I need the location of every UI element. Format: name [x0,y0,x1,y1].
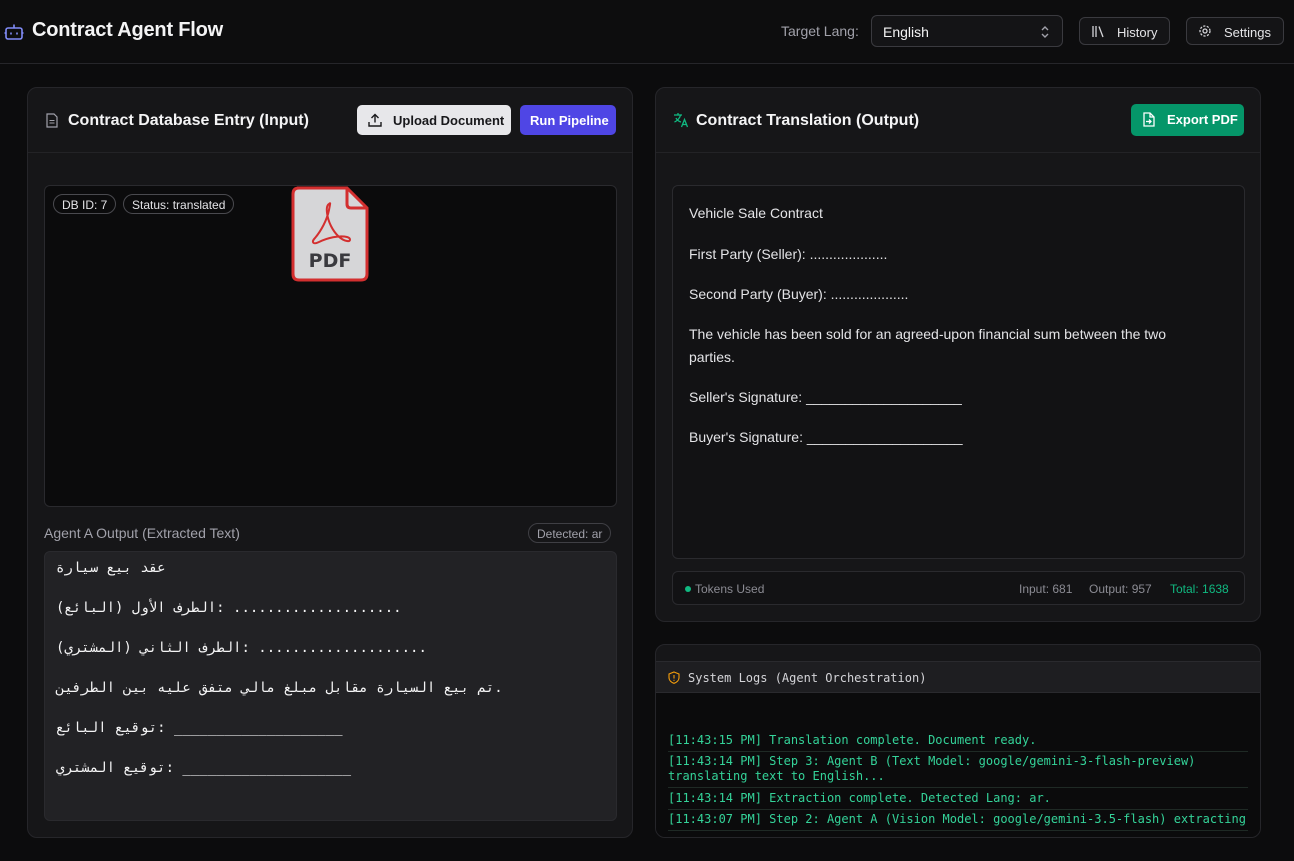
translated-line: Vehicle Sale Contract [689,205,823,221]
translation-output-area[interactable]: Vehicle Sale Contract First Party (Selle… [672,185,1245,559]
log-entry: [11:43:14 PM] Extraction complete. Detec… [668,791,1248,810]
file-text-icon [46,113,58,128]
output-panel-divider [656,152,1260,153]
extracted-line: توقيع البائع: ____________________ [56,720,343,736]
translated-line: Seller's Signature: ____________________ [689,389,962,405]
log-entry: [11:43:07 PM] Step 2: Agent A (Vision Mo… [668,812,1248,831]
extracted-text-area[interactable]: عقد بيع سيارة الطرف الأول (البائع): ....… [44,551,617,821]
document-preview: DB ID: 7 Status: translated PDF [44,185,617,507]
history-button[interactable]: History [1079,17,1170,45]
upload-label: Upload Document [393,113,505,128]
history-label: History [1117,25,1158,40]
tokens-input: Input: 681 [1019,582,1073,596]
upload-icon [368,113,382,127]
gear-icon [1199,25,1211,37]
tokens-total: Total: 1638 [1170,582,1229,596]
translated-line: Second Party (Buyer): ..................… [689,286,909,302]
pdf-file-icon[interactable]: PDF [291,186,369,282]
tokens-label: Tokens Used [695,582,765,596]
tokens-status-dot [685,586,691,592]
tokens-output: Output: 957 [1089,582,1152,596]
input-panel: Contract Database Entry (Input) Upload D… [27,87,633,838]
app-title: Contract Agent Flow [32,19,224,41]
logs-header: System Logs (Agent Orchestration) [656,661,1260,693]
system-logs-panel: System Logs (Agent Orchestration) [11:43… [655,644,1261,838]
output-panel: Contract Translation (Output) Export PDF… [655,87,1261,622]
translated-line: First Party (Seller): ..................… [689,246,888,262]
extracted-line: عقد بيع سيارة [56,560,166,576]
agent-a-output-label: Agent A Output (Extracted Text) [44,525,240,541]
pdf-icon-text: PDF [309,250,352,272]
translated-line: Buyer's Signature: ____________________ [689,429,963,445]
app-header: Contract Agent Flow Target Lang: English… [0,0,1294,64]
input-panel-divider [28,152,632,153]
output-panel-title: Contract Translation (Output) [696,112,920,129]
translate-icon [674,113,689,128]
settings-label: Settings [1224,25,1271,40]
extracted-line: تم بيع السيارة مقابل مبلغ مالي متفق عليه… [56,680,503,696]
logs-body[interactable]: [11:43:15 PM] Translation complete. Docu… [656,693,1260,837]
export-pdf-label: Export PDF [1167,112,1238,127]
log-entry: [11:43:15 PM] Translation complete. Docu… [668,733,1248,752]
bot-icon [4,24,24,40]
input-panel-title: Contract Database Entry (Input) [68,112,309,129]
run-pipeline-label: Run Pipeline [530,113,609,128]
extracted-line: الطرف الأول (البائع): ..................… [56,600,402,616]
detected-lang-badge: Detected: ar [528,523,612,543]
export-pdf-button[interactable]: Export PDF [1131,104,1244,136]
shield-alert-icon [668,671,680,684]
extracted-line: توقيع المشتري: ____________________ [56,760,352,776]
upload-document-button[interactable]: Upload Document [357,105,511,135]
export-file-icon [1143,112,1155,127]
target-lang-label: Target Lang: [781,23,859,39]
logs-title: System Logs (Agent Orchestration) [688,671,927,685]
log-entry: [11:43:14 PM] Step 3: Agent B (Text Mode… [668,754,1248,788]
extracted-line: الطرف الثاني (المشتري): ................… [56,640,427,656]
db-id-badge: DB ID: 7 [53,194,117,214]
status-badge: Status: translated [123,194,235,214]
chevron-updown-icon [1041,26,1049,38]
target-lang-select[interactable]: English [871,15,1063,47]
translated-line: The vehicle has been sold for an agreed-… [689,326,1167,365]
target-lang-value: English [883,24,929,40]
library-icon [1092,26,1104,38]
settings-button[interactable]: Settings [1186,17,1284,45]
run-pipeline-button[interactable]: Run Pipeline [520,105,616,135]
tokens-bar: Tokens Used Input: 681 Output: 957 Total… [672,571,1245,605]
